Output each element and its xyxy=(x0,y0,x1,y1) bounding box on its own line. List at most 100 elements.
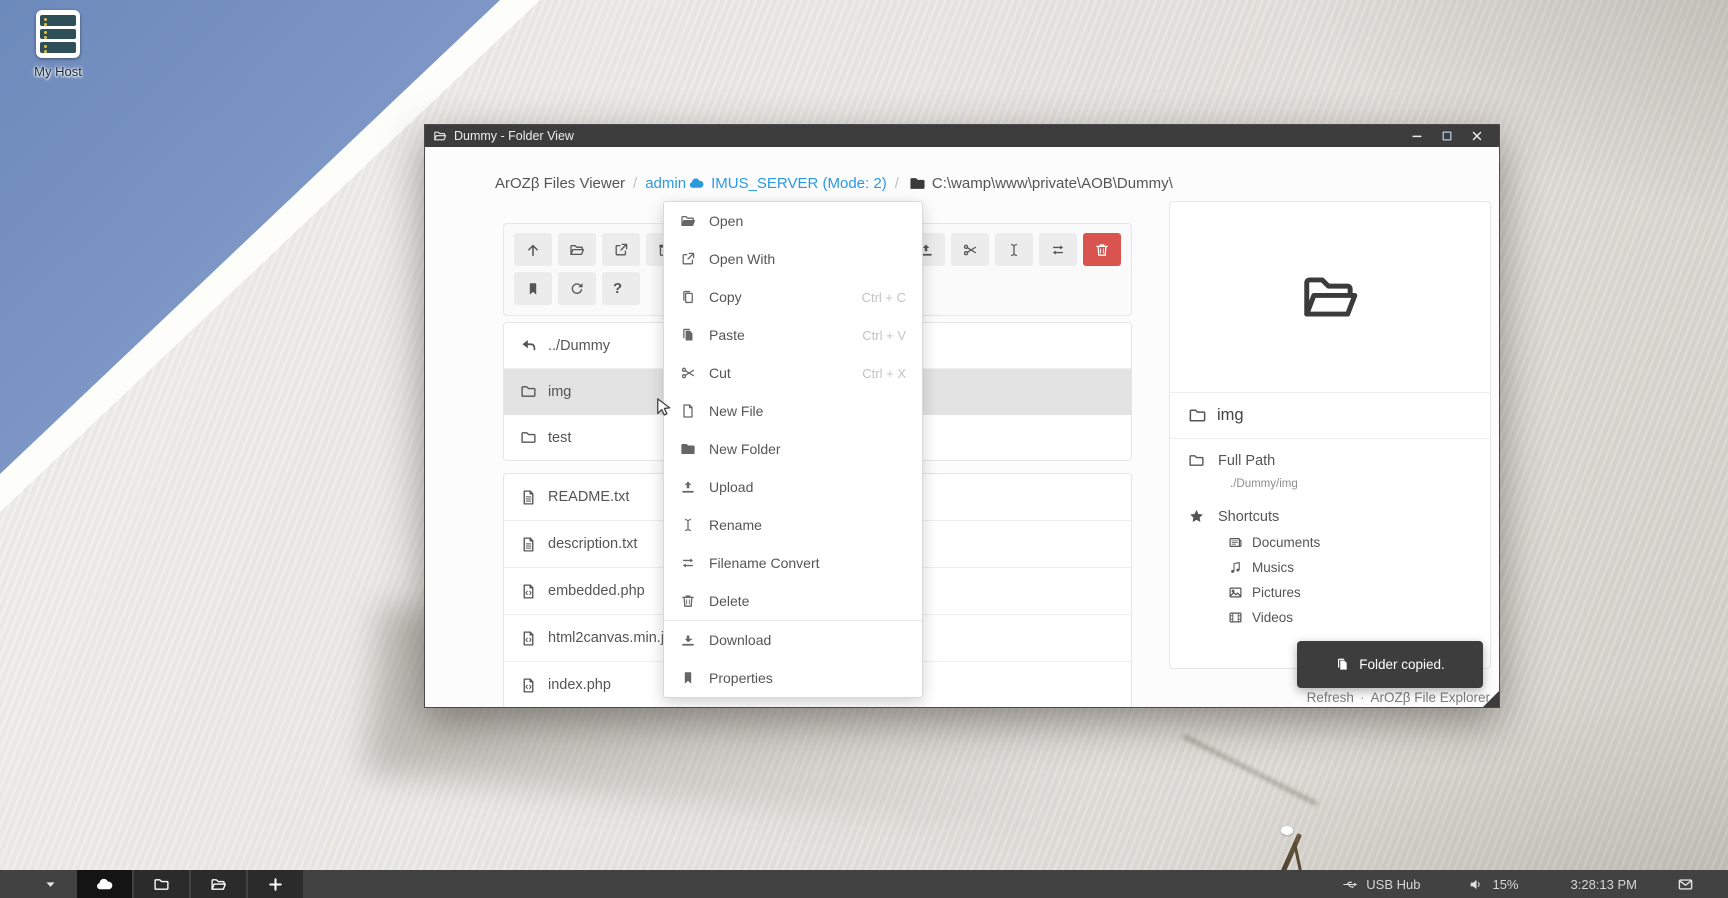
plus-icon xyxy=(267,876,284,893)
folder-view-window: Dummy - Folder View ArOZβ Files Viewer /… xyxy=(424,124,1500,708)
menu-item-new-folder[interactable]: New Folder xyxy=(664,430,922,468)
external-link-icon xyxy=(613,242,629,258)
folder-open-preview-icon xyxy=(1294,266,1366,328)
copy-icon xyxy=(680,289,696,305)
shortcut-hint: Ctrl + C xyxy=(862,290,906,305)
trash-icon xyxy=(680,593,696,609)
toast-notification: Folder copied. xyxy=(1297,641,1483,688)
folder-icon xyxy=(680,441,696,457)
download-icon xyxy=(680,632,696,648)
tray-usb[interactable]: USB Hub xyxy=(1342,876,1420,893)
paste-icon xyxy=(680,327,696,343)
star-icon xyxy=(1188,508,1205,525)
taskbar-tile-new[interactable] xyxy=(248,870,303,898)
cut-button[interactable] xyxy=(951,233,989,266)
menu-item-upload[interactable]: Upload xyxy=(664,468,922,506)
menu-item-open-with[interactable]: Open With xyxy=(664,240,922,278)
help-button[interactable]: ? xyxy=(602,272,640,305)
usb-icon xyxy=(1342,876,1359,893)
cloud-icon xyxy=(688,175,705,192)
minimize-button[interactable] xyxy=(1410,129,1424,143)
window-body: ArOZβ Files Viewer / admin IMUS_SERVER (… xyxy=(425,147,1499,707)
menu-item-download[interactable]: Download xyxy=(664,620,922,659)
file-code-icon xyxy=(520,630,537,647)
desktop: My Host Dummy - Folder View ArOZβ Files … xyxy=(0,0,1728,898)
folder-icon xyxy=(1188,406,1207,425)
bookmark-icon xyxy=(680,670,696,686)
file-text-icon xyxy=(520,536,537,553)
external-link-icon xyxy=(680,251,696,267)
file-text-icon xyxy=(520,489,537,506)
refresh-link[interactable]: Refresh xyxy=(1307,690,1354,705)
breadcrumb-path: C:\wamp\www\private\AOB\Dummy\ xyxy=(932,175,1173,192)
maximize-button[interactable] xyxy=(1440,129,1454,143)
upload-icon xyxy=(680,479,696,495)
menu-item-filename-convert[interactable]: Filename Convert xyxy=(664,544,922,582)
menu-item-properties[interactable]: Properties xyxy=(664,659,922,697)
menu-item-open[interactable]: Open xyxy=(664,202,922,240)
open-with-button[interactable] xyxy=(602,233,640,266)
menu-item-rename[interactable]: Rename xyxy=(664,506,922,544)
tray-mail[interactable] xyxy=(1677,876,1694,893)
taskbar: USB Hub 15% 3:28:13 PM xyxy=(0,870,1728,898)
i-beam-icon xyxy=(680,517,696,533)
brand-link[interactable]: ArOZβ File Explorer xyxy=(1370,690,1490,705)
shortcut-documents[interactable]: Documents xyxy=(1228,535,1472,550)
arrow-up-icon xyxy=(525,242,541,258)
paste-icon xyxy=(1335,657,1350,672)
open-folder-icon xyxy=(680,213,696,229)
menu-item-cut[interactable]: Cut Ctrl + X xyxy=(664,354,922,392)
menu-item-delete[interactable]: Delete xyxy=(664,582,922,620)
envelope-icon xyxy=(1677,876,1694,893)
filename-convert-button[interactable] xyxy=(1039,233,1077,266)
open-folder-icon xyxy=(569,242,585,258)
taskbar-tile-files[interactable] xyxy=(134,870,189,898)
scissors-icon xyxy=(680,365,696,381)
rename-button[interactable] xyxy=(995,233,1033,266)
picture-icon xyxy=(1228,585,1243,600)
mouse-cursor xyxy=(652,396,675,419)
file-code-icon xyxy=(520,583,537,600)
shortcut-musics[interactable]: Musics xyxy=(1228,560,1472,575)
window-titlebar[interactable]: Dummy - Folder View xyxy=(425,125,1499,147)
resize-handle[interactable] xyxy=(1483,691,1499,707)
twig-snow-cap xyxy=(1281,826,1293,835)
file-icon xyxy=(680,403,696,419)
properties-button[interactable] xyxy=(514,272,552,305)
breadcrumb-server[interactable]: IMUS_SERVER (Mode: 2) xyxy=(711,175,887,192)
menu-item-new-file[interactable]: New File xyxy=(664,392,922,430)
trash-icon xyxy=(1094,242,1110,258)
folder-icon xyxy=(520,383,537,400)
refresh-icon xyxy=(569,281,585,297)
newspaper-icon xyxy=(1228,535,1243,550)
open-button[interactable] xyxy=(558,233,596,266)
window-title: Dummy - Folder View xyxy=(454,129,574,143)
shortcut-pictures[interactable]: Pictures xyxy=(1228,585,1472,600)
full-path-header: Full Path xyxy=(1188,452,1472,469)
folder-icon xyxy=(1188,452,1205,469)
close-button[interactable] xyxy=(1470,129,1484,143)
menu-item-paste[interactable]: Paste Ctrl + V xyxy=(664,316,922,354)
shortcut-videos[interactable]: Videos xyxy=(1228,610,1472,625)
window-folder-icon xyxy=(433,129,447,143)
desktop-icon-my-host[interactable]: My Host xyxy=(18,10,98,79)
selected-item-name: img xyxy=(1170,393,1490,439)
show-desktop-chevron-icon[interactable] xyxy=(44,878,57,891)
breadcrumb-app: ArOZβ Files Viewer xyxy=(495,175,625,192)
taskbar-tile-folder-view[interactable] xyxy=(191,870,246,898)
tray-volume[interactable]: 15% xyxy=(1468,876,1518,893)
refresh-button[interactable] xyxy=(558,272,596,305)
menu-item-copy[interactable]: Copy Ctrl + C xyxy=(664,278,922,316)
speaker-icon xyxy=(1468,876,1485,893)
cloud-icon xyxy=(95,875,114,894)
breadcrumb-user[interactable]: admin xyxy=(645,175,686,192)
up-button[interactable] xyxy=(514,233,552,266)
scissors-icon xyxy=(962,242,978,258)
shortcuts-header: Shortcuts xyxy=(1188,508,1472,525)
taskbar-tile-cloud[interactable] xyxy=(77,870,132,898)
delete-button[interactable] xyxy=(1083,233,1121,266)
open-folder-icon xyxy=(210,876,227,893)
music-icon xyxy=(1228,560,1243,575)
folder-icon xyxy=(909,175,926,192)
tray-clock: 3:28:13 PM xyxy=(1571,877,1638,892)
